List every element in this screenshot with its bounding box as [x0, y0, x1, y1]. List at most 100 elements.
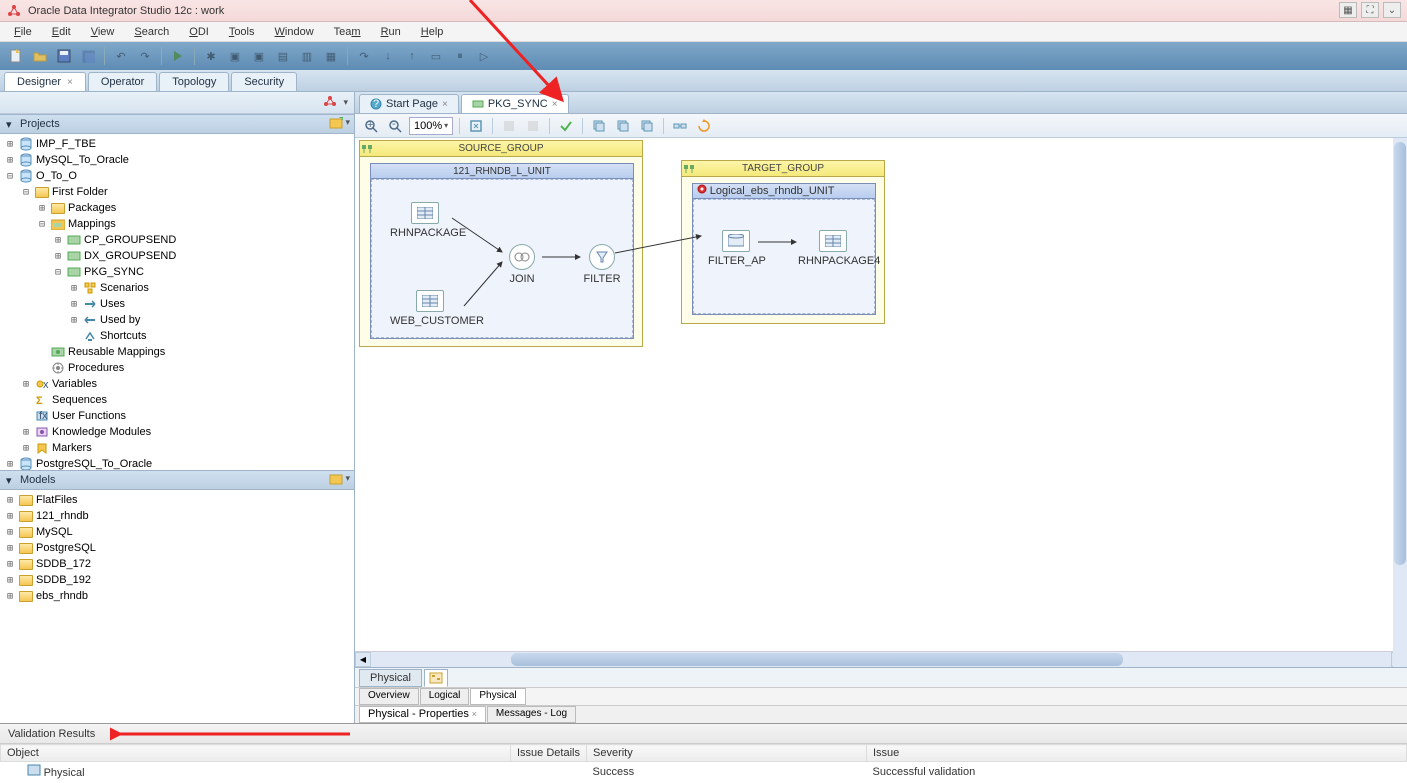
mapping-canvas[interactable]: SOURCE_GROUP 121_RHNDB_L_UNIT RHNPACKAGE…: [355, 138, 1407, 667]
menu-team[interactable]: Team: [324, 24, 371, 40]
zoom-select[interactable]: 100%▾: [409, 117, 453, 135]
pause-icon[interactable]: ⏸: [450, 46, 470, 66]
expand-icon[interactable]: ⊞: [52, 251, 64, 262]
tool-icon-3[interactable]: ▤: [273, 46, 293, 66]
step-icon[interactable]: ▭: [426, 46, 446, 66]
tool-icon-1[interactable]: ▣: [225, 46, 245, 66]
menu-tools[interactable]: Tools: [219, 24, 265, 40]
tree-item[interactable]: ⊞Packages: [0, 200, 354, 216]
close-icon[interactable]: ×: [442, 99, 448, 110]
save-icon[interactable]: [54, 46, 74, 66]
new-icon[interactable]: [6, 46, 26, 66]
models-tree[interactable]: ⊞FlatFiles⊞121_rhndb⊞MySQL⊞PostgreSQL⊞SD…: [0, 490, 354, 723]
resume-icon[interactable]: ▷: [474, 46, 494, 66]
expand-icon[interactable]: ⊞: [36, 203, 48, 214]
tree-item[interactable]: ⊞ebs_rhndb: [0, 588, 354, 604]
tree-item[interactable]: ⊞CP_GROUPSEND: [0, 232, 354, 248]
grid-icon-1[interactable]: [499, 116, 519, 136]
expand-icon[interactable]: ⊞: [4, 511, 16, 522]
step-out-icon[interactable]: ↑: [402, 46, 422, 66]
h-scrollbar[interactable]: ◀ ▶: [355, 651, 1407, 667]
menu-help[interactable]: Help: [411, 24, 454, 40]
menu-run[interactable]: Run: [371, 24, 411, 40]
models-header[interactable]: ▾ Models ▾: [0, 470, 354, 490]
undo-icon[interactable]: ↶: [111, 46, 131, 66]
tree-item[interactable]: Shortcuts: [0, 328, 354, 344]
tree-item[interactable]: ⊞Uses: [0, 296, 354, 312]
target-group[interactable]: TARGET_GROUP Logical_ebs_rhndb_UNIT FILT…: [681, 160, 885, 324]
tree-item[interactable]: ⊞MySQL: [0, 524, 354, 540]
expand-icon[interactable]: ⊞: [4, 559, 16, 570]
tree-item[interactable]: ⊞FlatFiles: [0, 492, 354, 508]
window-dropdown-icon[interactable]: ⌄: [1383, 2, 1401, 18]
expand-icon[interactable]: ⊞: [4, 527, 16, 538]
tree-item[interactable]: ⊟PKG_SYNC: [0, 264, 354, 280]
projects-tree[interactable]: ⊞IMP_F_TBE⊞MySQL_To_Oracle⊟O_To_O⊟First …: [0, 134, 354, 470]
step-over-icon[interactable]: ↷: [354, 46, 374, 66]
copy3-icon[interactable]: [637, 116, 657, 136]
subtab-logical[interactable]: Logical: [420, 688, 470, 705]
validate-icon[interactable]: [556, 116, 576, 136]
node-web-customer[interactable]: WEB_CUSTOMER: [390, 290, 470, 327]
expand-icon[interactable]: ⊞: [68, 299, 80, 310]
tree-item[interactable]: Reusable Mappings: [0, 344, 354, 360]
node-join[interactable]: JOIN: [502, 244, 542, 285]
tab-operator[interactable]: Operator: [88, 72, 157, 91]
tree-item[interactable]: ⊞121_rhndb: [0, 508, 354, 524]
expand-icon[interactable]: ⊞: [20, 379, 32, 390]
table-row[interactable]: Physical Success Successful validation: [1, 762, 1407, 782]
tab-topology[interactable]: Topology: [159, 72, 229, 91]
scroll-left-icon[interactable]: ◀: [355, 652, 371, 667]
tree-item[interactable]: ⊞Markers: [0, 440, 354, 456]
tree-item[interactable]: ⊞SDDB_172: [0, 556, 354, 572]
col-issue-details[interactable]: Issue Details: [511, 745, 587, 762]
fit-icon[interactable]: [466, 116, 486, 136]
expand-icon[interactable]: ⊟: [20, 187, 32, 198]
source-group[interactable]: SOURCE_GROUP 121_RHNDB_L_UNIT RHNPACKAGE…: [359, 140, 643, 347]
collapse-icon[interactable]: ▾: [6, 474, 16, 487]
copy2-icon[interactable]: [613, 116, 633, 136]
expand-icon[interactable]: ⊞: [4, 155, 16, 166]
subtab-overview[interactable]: Overview: [359, 688, 419, 705]
tree-item[interactable]: ΣSequences: [0, 392, 354, 408]
zoom-in-icon[interactable]: +: [361, 116, 381, 136]
node-filter[interactable]: FILTER: [582, 244, 622, 285]
expand-icon[interactable]: ⊞: [20, 443, 32, 454]
menu-edit[interactable]: Edit: [42, 24, 81, 40]
tab-start-page[interactable]: ? Start Page ×: [359, 94, 459, 113]
subtab-physical[interactable]: Physical: [470, 688, 525, 705]
expand-icon[interactable]: ⊞: [4, 459, 16, 470]
expand-icon[interactable]: ⊞: [52, 235, 64, 246]
node-filter-ap[interactable]: FILTER_AP: [708, 230, 764, 267]
expand-icon[interactable]: ⊟: [52, 267, 64, 278]
expand-icon[interactable]: ⊞: [68, 315, 80, 326]
step-into-icon[interactable]: ↓: [378, 46, 398, 66]
col-severity[interactable]: Severity: [587, 745, 867, 762]
tool-icon-4[interactable]: ▥: [297, 46, 317, 66]
tab-security[interactable]: Security: [231, 72, 297, 91]
expand-icon[interactable]: ⊞: [68, 283, 80, 294]
target-unit[interactable]: Logical_ebs_rhndb_UNIT FILTER_AP RHNPACK…: [692, 183, 876, 315]
expand-icon[interactable]: ⊞: [4, 139, 16, 150]
expand-icon[interactable]: ⊞: [20, 427, 32, 438]
copy-icon[interactable]: [589, 116, 609, 136]
menu-window[interactable]: Window: [265, 24, 324, 40]
tree-item[interactable]: ⊞IMP_F_TBE: [0, 136, 354, 152]
tree-item[interactable]: Procedures: [0, 360, 354, 376]
col-issue[interactable]: Issue: [867, 745, 1407, 762]
tree-item[interactable]: fxUser Functions: [0, 408, 354, 424]
grid-icon-2[interactable]: [523, 116, 543, 136]
menu-icon[interactable]: ▾: [345, 473, 350, 488]
tab-diagram-icon[interactable]: [424, 669, 448, 687]
col-object[interactable]: Object: [1, 745, 511, 762]
tree-item[interactable]: ⊞PostgreSQL_To_Oracle: [0, 456, 354, 470]
tree-item[interactable]: ⊟Mappings: [0, 216, 354, 232]
collapse-icon[interactable]: ▾: [6, 118, 16, 131]
expand-icon[interactable]: ⊞: [4, 495, 16, 506]
expand-icon[interactable]: ⊟: [36, 219, 48, 230]
expand-icon[interactable]: ⊟: [4, 171, 16, 182]
tree-item[interactable]: ⊞SDDB_192: [0, 572, 354, 588]
redo-icon[interactable]: ↷: [135, 46, 155, 66]
node-rhnpackage4[interactable]: RHNPACKAGE4: [798, 230, 868, 267]
link-icon[interactable]: [670, 116, 690, 136]
